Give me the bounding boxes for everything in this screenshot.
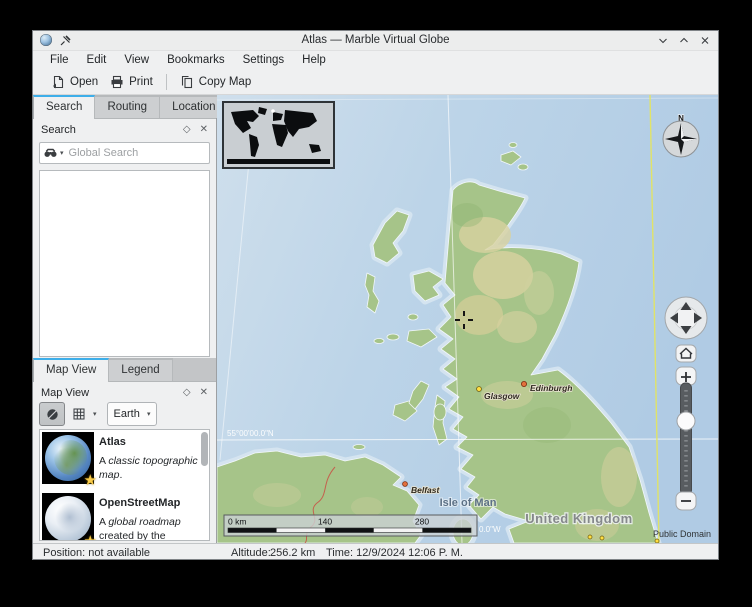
copy-map-button[interactable]: Copy Map — [174, 71, 257, 93]
close-button[interactable] — [700, 35, 710, 46]
map-theme-openstreetmap[interactable]: ★ OpenStreetMap A global roadmap created… — [40, 491, 209, 541]
flat-projection-button[interactable] — [69, 403, 89, 425]
close-panel-icon[interactable]: ✕ — [200, 125, 208, 135]
tab-routing[interactable]: Routing — [95, 95, 160, 118]
scale-bar: 0 km 140 280 — [224, 515, 477, 536]
minimize-button[interactable] — [658, 35, 668, 46]
map-canvas[interactable]: 55°00'00.0"N Glasgow Edinburgh — [217, 95, 718, 543]
city-label-edinburgh: Edinburgh — [530, 383, 573, 393]
region-label-united-kingdom: United Kingdom — [525, 511, 632, 526]
map-theme-atlas[interactable]: ★ Atlas A classic topographic map. It us… — [40, 430, 209, 491]
favorite-star-icon: ★ — [84, 471, 97, 489]
zoom-slider-handle[interactable] — [677, 412, 695, 430]
search-input-box[interactable]: ▾ — [39, 142, 210, 164]
map-list-scrollbar[interactable] — [201, 432, 208, 538]
search-panel-header: Search ◇ ✕ — [33, 120, 216, 140]
latitude-label: 55°00'00.0"N — [227, 429, 274, 438]
menu-file[interactable]: File — [41, 51, 78, 70]
flat-map-grid-icon — [73, 408, 85, 420]
menu-view[interactable]: View — [115, 51, 158, 70]
projection-dropdown-icon[interactable]: ▾ — [93, 410, 97, 418]
float-panel-icon[interactable]: ◇ — [183, 388, 191, 398]
toolbar-separator — [166, 74, 167, 90]
menu-edit[interactable]: Edit — [78, 51, 116, 70]
scale-mid-label: 140 — [318, 517, 332, 527]
menu-settings[interactable]: Settings — [234, 51, 294, 70]
search-input[interactable] — [67, 146, 205, 160]
sidebar: Search Routing Location Search ◇ ✕ ▾ — [33, 95, 217, 543]
search-results-area[interactable] — [39, 170, 210, 357]
window-title: Atlas — Marble Virtual Globe — [33, 31, 718, 50]
search-tabbar: Search Routing Location — [33, 95, 216, 119]
atlas-thumbnail: ★ — [42, 432, 94, 484]
celestial-body-select[interactable]: Earth ▾ — [107, 402, 157, 426]
search-mode-dropdown-icon[interactable]: ▾ — [60, 149, 64, 157]
celestial-body-value: Earth — [108, 408, 147, 420]
globe-projection-icon — [46, 408, 59, 421]
mapview-controls: ▾ Earth ▾ — [39, 401, 210, 427]
city-label-glasgow: Glasgow — [484, 391, 521, 401]
map-theme-title: Atlas — [99, 435, 202, 449]
maximize-button[interactable] — [679, 35, 689, 46]
longitude-label: 0.0"W — [479, 525, 501, 534]
map-theme-list: ★ Atlas A classic topographic map. It us… — [39, 429, 210, 541]
binoculars-icon — [44, 148, 57, 158]
home-button[interactable] — [676, 345, 696, 362]
region-label-isle-of-man: Isle of Man — [440, 497, 497, 509]
main-toolbar: Open Print Copy Map — [33, 70, 718, 94]
float-panel-icon[interactable]: ◇ — [183, 125, 191, 135]
marble-window: Atlas — Marble Virtual Globe File Edit V… — [32, 30, 719, 560]
tab-search[interactable]: Search — [33, 95, 95, 119]
open-file-icon — [51, 75, 65, 89]
scale-start-label: 0 km — [228, 517, 246, 527]
tab-map-view[interactable]: Map View — [33, 358, 109, 382]
overview-position-dot — [271, 109, 275, 113]
chevron-down-icon: ▾ — [147, 410, 151, 418]
open-button[interactable]: Open — [45, 71, 104, 93]
titlebar[interactable]: Atlas — Marble Virtual Globe — [33, 31, 718, 51]
menu-bookmarks[interactable]: Bookmarks — [158, 51, 234, 70]
favorite-star-icon: ★ — [84, 532, 97, 541]
osm-thumbnail: ★ — [42, 493, 94, 541]
scale-end-label: 280 — [415, 517, 429, 527]
close-panel-icon[interactable]: ✕ — [200, 388, 208, 398]
map-theme-description: It uses vector lines to mark coastlines,… — [99, 490, 202, 491]
mapview-panel-header: Map View ◇ ✕ — [33, 383, 216, 403]
menu-help[interactable]: Help — [293, 51, 335, 70]
status-altitude-value: 256.2 km — [270, 547, 315, 559]
status-position: Position: not available — [43, 547, 150, 559]
mapview-tabbar: Map View Legend — [33, 358, 216, 382]
tab-legend[interactable]: Legend — [109, 358, 172, 381]
overview-map[interactable] — [223, 102, 334, 168]
status-altitude-label: Altitude: — [231, 547, 271, 559]
mapview-panel-title: Map View — [41, 387, 89, 399]
menubar: File Edit View Bookmarks Settings Help — [33, 51, 718, 70]
status-time: Time: 12/9/2024 12:06 P. M. — [326, 547, 463, 559]
globe-projection-button[interactable] — [39, 402, 65, 426]
print-button[interactable]: Print — [104, 71, 159, 93]
copy-icon — [180, 75, 194, 89]
attribution-label: Public Domain — [653, 529, 711, 539]
map-theme-description: A global roadmap created by the OpenStre… — [99, 516, 202, 541]
search-panel-title: Search — [41, 124, 76, 136]
statusbar: Position: not available Altitude: 256.2 … — [33, 543, 718, 563]
city-label-belfast: Belfast — [411, 485, 441, 495]
print-icon — [110, 75, 124, 89]
map-theme-title: OpenStreetMap — [99, 496, 202, 510]
navigation-pad[interactable] — [665, 297, 707, 339]
zoom-slider-track[interactable] — [681, 383, 692, 495]
map-theme-description: A classic topographic map. — [99, 455, 202, 482]
